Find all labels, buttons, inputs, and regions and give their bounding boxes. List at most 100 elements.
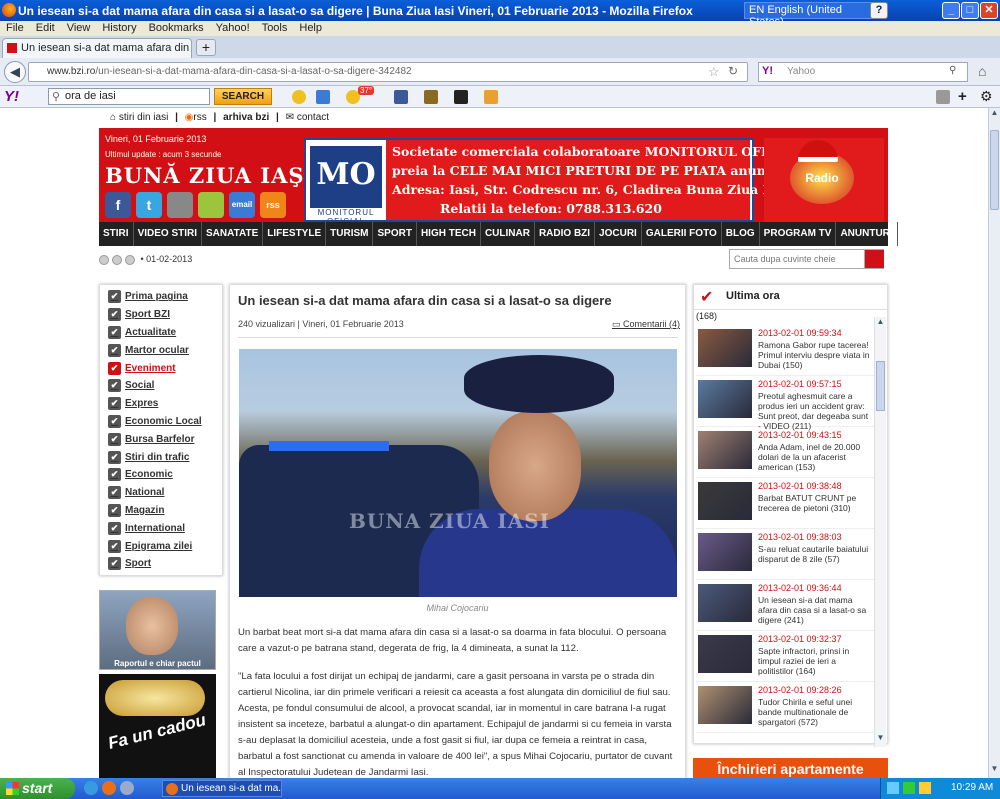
nav-arhiva-bzi[interactable]: ARHIVA BZI — [898, 222, 962, 246]
news-thumbnail[interactable] — [698, 635, 752, 673]
reload-icon[interactable]: ↻ — [728, 64, 738, 78]
menu-file[interactable]: File — [0, 21, 30, 34]
next-day-icon[interactable] — [125, 254, 135, 265]
facebook-icon[interactable] — [394, 90, 408, 104]
news-item[interactable]: 2013-02-01 09:57:15 Preotul aghesmuit car… — [696, 376, 874, 431]
category-link[interactable]: ✔ Actualitate — [108, 324, 222, 342]
facebook-icon[interactable]: f — [105, 192, 131, 218]
category-link[interactable]: ✔ Epigrama zilei — [108, 537, 222, 555]
category-link[interactable]: ✔ Martor ocular — [108, 341, 222, 359]
category-link[interactable]: ✔ Prima pagina — [108, 288, 222, 306]
start-button[interactable]: start — [0, 778, 75, 799]
news-title[interactable]: Ramona Gabor rupe tacerea! Primul interv… — [758, 340, 872, 370]
nav-blog[interactable]: BLOG — [722, 222, 760, 246]
apple-icon[interactable] — [167, 192, 193, 218]
gear-icon[interactable]: ⚙ — [980, 88, 993, 105]
yahoo-logo[interactable]: Y! — [4, 88, 19, 105]
news-title[interactable]: Tudor Chirila e seful unei bande multina… — [758, 697, 872, 727]
nav-culinar[interactable]: CULINAR — [481, 222, 535, 246]
toplink-stiri[interactable]: stiri din iasi — [119, 112, 168, 123]
nav-sanatate[interactable]: SANATATE — [202, 222, 264, 246]
scroll-down-icon[interactable]: ▼ — [875, 733, 886, 745]
nav-galerii-foto[interactable]: GALERII FOTO — [642, 222, 722, 246]
toplink-contact[interactable]: contact — [297, 112, 329, 123]
movies-icon[interactable] — [454, 90, 468, 104]
browser-tab[interactable]: Un iesean si-a dat mama afara din casa s… — [2, 38, 192, 58]
page-scrollbar[interactable]: ▲ ▼ — [988, 108, 1000, 778]
news-thumbnail[interactable] — [698, 431, 752, 469]
site-search-button[interactable] — [864, 250, 884, 268]
nav-high-tech[interactable]: HIGH TECH — [417, 222, 481, 246]
nav-sport[interactable]: SPORT — [373, 222, 417, 246]
news-item[interactable]: 2013-02-01 09:38:48 Barbat BATUT CRUNT pe… — [696, 478, 874, 529]
nav-program-tv[interactable]: PROGRAM TV — [760, 222, 837, 246]
menu-tools[interactable]: Tools — [256, 21, 294, 34]
scroll-down-icon[interactable]: ▼ — [989, 764, 1000, 778]
category-link[interactable]: ✔ Stiri din trafic — [108, 448, 222, 466]
news-title[interactable]: S-au reluat cautarile baiatului disparut… — [758, 544, 872, 564]
url-bar[interactable]: www.bzi.ro/un-iesean-si-a-dat-mama-afara… — [28, 62, 748, 82]
news-thumbnail[interactable] — [698, 380, 752, 418]
yahoo-search-input[interactable]: ⚲ ora de iasi — [48, 88, 210, 105]
news-thumbnail[interactable] — [698, 482, 752, 520]
rent-apartments-ad[interactable]: Închirieri apartamente — [693, 758, 888, 778]
category-link[interactable]: ✔ International — [108, 519, 222, 537]
tray-icon[interactable] — [887, 782, 899, 794]
news-item[interactable]: 2013-02-01 09:32:37 Sapte infractori, pri… — [696, 631, 874, 682]
menu-yahoo[interactable]: Yahoo! — [210, 21, 256, 34]
yahoo-search-button[interactable]: SEARCH — [214, 88, 272, 105]
stop-icon[interactable] — [112, 254, 122, 265]
android-icon[interactable] — [198, 192, 224, 218]
taskbar-firefox-task[interactable]: Un iesean si-a dat ma... — [162, 780, 282, 797]
news-title[interactable]: Sapte infractori, prinsi in timpul razie… — [758, 646, 872, 676]
news-item[interactable]: 2013-02-01 09:38:03 S-au reluat cautarile… — [696, 529, 874, 580]
rss-icon[interactable]: rss — [260, 192, 286, 218]
monitorul-banner-ad[interactable]: MO MONITORUL OFICIAL Societate comercial… — [304, 138, 801, 226]
menu-view[interactable]: View — [61, 21, 97, 34]
nav-stiri[interactable]: STIRI — [99, 222, 134, 246]
comments-link[interactable]: ▭ Comentarii (4) — [612, 319, 680, 330]
help-icon[interactable]: ? — [870, 2, 888, 19]
news-item[interactable]: 2013-02-01 09:28:26 Tudor Chirila e seful… — [696, 682, 874, 733]
close-button[interactable]: ✕ — [980, 2, 998, 19]
firefox-icon[interactable] — [102, 781, 116, 795]
quicklaunch-icon[interactable] — [120, 781, 134, 795]
search-icon[interactable]: ⚲ — [949, 65, 956, 76]
news-thumbnail[interactable] — [698, 329, 752, 367]
news-thumbnail[interactable] — [698, 686, 752, 724]
add-icon[interactable]: + — [958, 88, 967, 105]
news-item[interactable]: 2013-02-01 09:36:44 Un iesean si-a dat ma… — [696, 580, 874, 631]
site-logo[interactable]: BUNĂ ZIUA IAŞI — [105, 163, 315, 188]
article-photo[interactable]: BUNA ZIUA IASI — [239, 349, 677, 597]
menu-history[interactable]: History — [96, 21, 142, 34]
smiley-icon[interactable] — [292, 90, 306, 104]
page-scroll-thumb[interactable] — [990, 130, 999, 210]
home-icon[interactable]: ⌂ — [978, 63, 986, 79]
news-thumbnail[interactable] — [698, 584, 752, 622]
news-title[interactable]: Preotul aghesmuit care a produs ieri un … — [758, 391, 872, 431]
mail-icon[interactable] — [316, 90, 330, 104]
email-icon[interactable]: email — [229, 192, 255, 218]
site-search-input[interactable]: Cauta dupa cuvinte cheie — [729, 249, 884, 269]
sports-icon[interactable] — [484, 90, 498, 104]
news-item[interactable]: 2013-02-01 09:59:34 Ramona Gabor rupe tac… — [696, 325, 874, 376]
nav-radio-bzi[interactable]: RADIO BZI — [535, 222, 596, 246]
nav-jocuri[interactable]: JOCURI — [595, 222, 642, 246]
category-link[interactable]: ✔ Economic Local — [108, 413, 222, 431]
category-link[interactable]: ✔ Social — [108, 377, 222, 395]
news-title[interactable]: Barbat BATUT CRUNT pe trecerea de pieton… — [758, 493, 872, 513]
scroll-up-icon[interactable]: ▲ — [989, 108, 1000, 122]
scroll-up-icon[interactable]: ▲ — [875, 317, 886, 329]
twitter-icon[interactable]: t — [136, 192, 162, 218]
category-link[interactable]: ✔ Economic — [108, 466, 222, 484]
category-link[interactable]: ✔ Eveniment — [108, 359, 222, 377]
category-link[interactable]: ✔ Expres — [108, 395, 222, 413]
bookmark-star-icon[interactable]: ☆ — [708, 64, 720, 80]
toplink-rss[interactable]: rss — [193, 112, 206, 123]
scroll-thumb[interactable] — [876, 361, 885, 411]
category-link[interactable]: ✔ Sport — [108, 555, 222, 573]
radio-ad[interactable]: Radio — [764, 138, 884, 222]
flickr-icon[interactable] — [424, 90, 438, 104]
language-indicator[interactable]: EN English (United States) — [744, 2, 884, 28]
page-menu-icon[interactable] — [936, 90, 950, 104]
